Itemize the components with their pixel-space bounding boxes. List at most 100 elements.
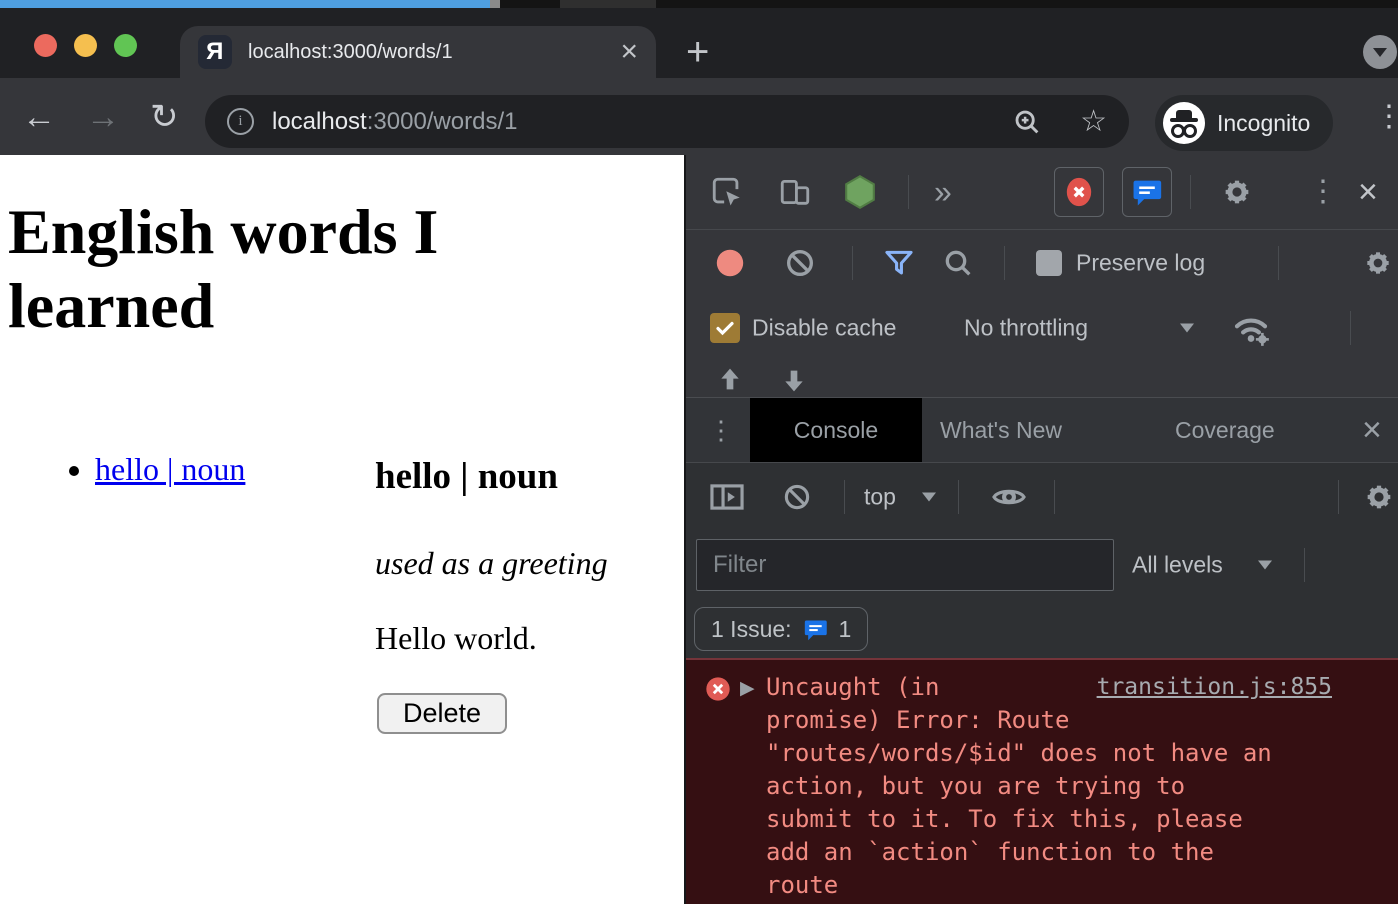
- tab-close-icon[interactable]: ×: [620, 37, 638, 67]
- preserve-log-checkbox[interactable]: [1036, 250, 1062, 276]
- forward-button[interactable]: →: [86, 100, 120, 134]
- tab-search-button[interactable]: [1363, 35, 1397, 69]
- error-line: promise) Error: Route: [766, 704, 1332, 737]
- tab-title: localhost:3000/words/1: [248, 41, 620, 64]
- background-window-strip: [0, 0, 1398, 8]
- error-line: add an `action` function to the: [766, 836, 1332, 869]
- browser-menu-button[interactable]: ⋮: [1374, 102, 1398, 132]
- tab-coverage[interactable]: Coverage: [1175, 398, 1275, 462]
- word-definition: used as a greeting: [375, 545, 608, 582]
- error-count-button[interactable]: [1054, 167, 1104, 217]
- clear-console-icon[interactable]: [782, 482, 812, 512]
- error-text: Uncaught (in transition.js:855 promise) …: [766, 671, 1332, 902]
- error-source-link[interactable]: transition.js:855: [1097, 671, 1332, 704]
- browser-tab[interactable]: R localhost:3000/words/1 ×: [180, 26, 656, 78]
- devtools-main-toolbar: » ⋮ ×: [686, 155, 1398, 230]
- divider: [1190, 175, 1191, 209]
- error-icon: [704, 675, 732, 708]
- network-conditions-icon[interactable]: [1230, 307, 1272, 349]
- disable-cache-label[interactable]: Disable cache: [752, 314, 896, 341]
- har-import-icon[interactable]: [714, 364, 746, 398]
- drawer-menu-button[interactable]: ⋮: [708, 415, 734, 445]
- zoom-in-icon[interactable]: [1012, 107, 1042, 137]
- background-window-divider: [490, 0, 500, 8]
- inspect-element-icon[interactable]: [710, 175, 744, 209]
- execution-context-select[interactable]: top: [864, 483, 896, 510]
- incognito-label: Incognito: [1217, 110, 1310, 137]
- divider: [1304, 548, 1305, 582]
- chevron-down-icon[interactable]: [1180, 323, 1194, 332]
- reload-button[interactable]: ↻: [150, 100, 179, 134]
- list-item: hello | noun: [95, 451, 245, 488]
- chevron-down-icon: [1373, 48, 1387, 57]
- throttling-select[interactable]: No throttling: [964, 314, 1088, 341]
- site-info-icon[interactable]: i: [227, 108, 254, 135]
- issues-button[interactable]: [1122, 167, 1172, 217]
- window-close-button[interactable]: [34, 34, 57, 57]
- node-icon[interactable]: [842, 174, 878, 210]
- address-bar[interactable]: i localhost:3000/words/1 ☆: [205, 95, 1129, 148]
- error-badge-icon: [1062, 175, 1096, 209]
- issues-counter-button[interactable]: 1 Issue: 1: [694, 607, 868, 651]
- disable-cache-checkbox[interactable]: [710, 313, 740, 343]
- devtools-close-icon[interactable]: ×: [1358, 175, 1378, 209]
- more-tabs-icon[interactable]: »: [934, 174, 952, 211]
- console-toolbar: top: [686, 463, 1398, 530]
- word-link[interactable]: hello | noun: [95, 451, 245, 487]
- window-zoom-button[interactable]: [114, 34, 137, 57]
- network-settings-gear-icon[interactable]: [1362, 247, 1394, 279]
- error-line: Uncaught (in: [766, 671, 939, 704]
- tab-console[interactable]: Console: [750, 398, 922, 462]
- divider: [1350, 311, 1351, 345]
- chevron-down-icon[interactable]: [922, 492, 936, 501]
- log-levels-select[interactable]: All levels: [1132, 552, 1223, 579]
- drawer-tab-bar: ⋮ Console What's New Coverage ×: [686, 398, 1398, 463]
- divider: [1054, 480, 1055, 514]
- chevron-down-icon[interactable]: [1258, 561, 1272, 570]
- page-title: English words I learned: [8, 195, 568, 343]
- record-network-log-button[interactable]: [712, 245, 748, 281]
- divider: [1004, 246, 1005, 280]
- devtools-menu-button[interactable]: ⋮: [1308, 177, 1338, 207]
- devtools-panel: » ⋮ ×: [684, 155, 1398, 904]
- har-export-icon[interactable]: [778, 364, 810, 398]
- url-text: localhost:3000/words/1: [272, 108, 1012, 136]
- divider: [1338, 480, 1339, 514]
- console-settings-gear-icon[interactable]: [1362, 480, 1396, 514]
- tab-whats-new[interactable]: What's New: [940, 398, 1062, 462]
- issue-label: 1 Issue:: [711, 616, 792, 643]
- check-icon: [713, 316, 737, 340]
- web-page: English words I learned hello | noun hel…: [0, 155, 686, 904]
- background-window-blue: [0, 0, 490, 8]
- preserve-log-label[interactable]: Preserve log: [1076, 249, 1205, 276]
- console-filter-bar: All levels: [686, 530, 1398, 600]
- console-sidebar-toggle-icon[interactable]: [708, 478, 746, 516]
- chat-bubble-icon: [802, 616, 829, 643]
- issue-count: 1: [839, 616, 852, 643]
- delete-button[interactable]: Delete: [377, 693, 507, 734]
- device-toolbar-icon[interactable]: [778, 175, 812, 209]
- incognito-icon: [1163, 102, 1205, 144]
- drawer-close-icon[interactable]: ×: [1362, 413, 1382, 447]
- filter-funnel-icon[interactable]: [882, 246, 916, 280]
- expand-triangle-icon[interactable]: ▶: [740, 677, 755, 700]
- chat-bubble-icon: [1130, 175, 1164, 209]
- clear-network-log-icon[interactable]: [784, 247, 816, 279]
- window-minimize-button[interactable]: [74, 34, 97, 57]
- divider: [852, 246, 853, 280]
- settings-gear-icon[interactable]: [1220, 175, 1254, 209]
- har-toolbar: [686, 360, 1398, 398]
- error-line: submit to it. To fix this, please: [766, 803, 1332, 836]
- divider: [908, 175, 909, 209]
- error-line: action, but you are trying to: [766, 770, 1332, 803]
- back-button[interactable]: ←: [22, 100, 56, 134]
- url-host: localhost: [272, 108, 367, 135]
- tab-strip: R localhost:3000/words/1 × +: [0, 8, 1398, 78]
- new-tab-button[interactable]: +: [686, 38, 709, 66]
- console-filter-input[interactable]: [696, 539, 1114, 591]
- url-path: :3000/words/1: [367, 108, 518, 135]
- live-expression-eye-icon[interactable]: [990, 478, 1028, 516]
- search-icon[interactable]: [942, 247, 974, 279]
- bookmark-star-icon[interactable]: ☆: [1080, 104, 1107, 139]
- word-example: Hello world.: [375, 620, 537, 657]
